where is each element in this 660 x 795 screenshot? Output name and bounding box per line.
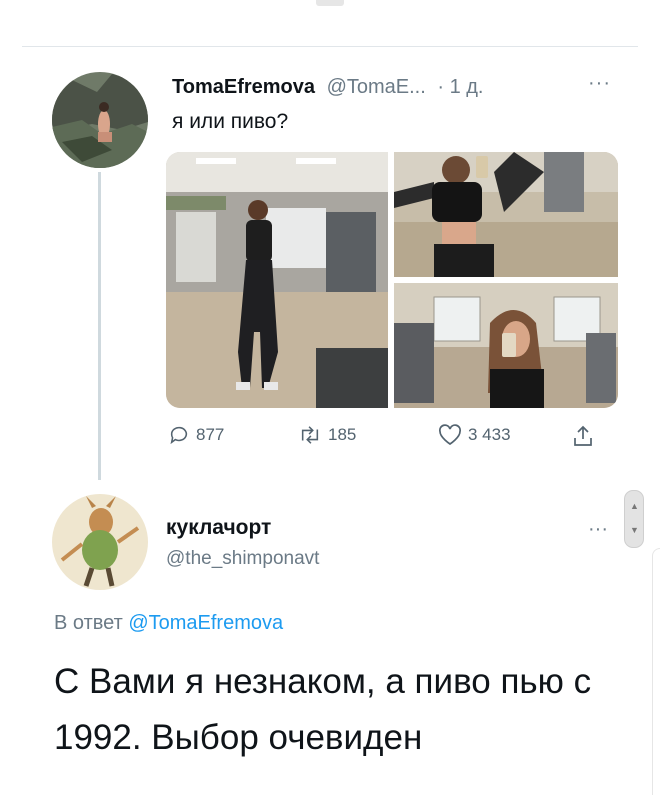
retweet-action[interactable]: 185	[298, 424, 356, 446]
heart-icon	[439, 424, 461, 446]
retweet-count: 185	[328, 425, 357, 444]
display-name[interactable]: TomaEfremova	[172, 76, 315, 98]
like-count: 3 433	[468, 425, 511, 444]
reply-action[interactable]: 877	[168, 424, 224, 446]
side-panel-edge	[652, 548, 660, 795]
reply-handle[interactable]: @the_shimponavt	[166, 548, 319, 570]
divider	[22, 46, 638, 47]
chevron-down-icon: ▼	[630, 525, 639, 535]
avatar[interactable]	[52, 72, 148, 168]
media-grid	[166, 152, 618, 408]
timestamp[interactable]: · 1 д.	[437, 76, 483, 98]
retweet-icon	[301, 426, 319, 444]
reply-text: С Вами я незнаком, а пиво пью с 1992. Вы…	[54, 662, 592, 757]
like-action[interactable]: 3 433	[438, 424, 511, 446]
tweet-header: TomaEfremova @TomaE... · 1 д.	[172, 76, 483, 99]
gym-photo-full[interactable]	[166, 152, 388, 408]
tweet-text: я или пиво?	[172, 110, 289, 133]
reply-display-name[interactable]: куклачорт	[166, 516, 271, 540]
top-handle	[316, 0, 344, 6]
chevron-up-icon: ▲	[630, 501, 639, 511]
reply-context: В ответ @TomaEfremova	[54, 612, 283, 635]
more-horizontal-icon[interactable]: ···	[588, 72, 611, 95]
gym-photo-mirror-bottom[interactable]	[394, 283, 618, 408]
scroll-indicator[interactable]: ▲ ▼	[624, 490, 644, 548]
reply-icon	[170, 426, 188, 445]
reply-to-mention[interactable]: @TomaEfremova	[128, 612, 283, 634]
handle[interactable]: @TomaE...	[327, 76, 426, 98]
gym-photo-mirror-top[interactable]	[394, 152, 618, 277]
share-icon	[574, 425, 592, 446]
reply-count: 877	[196, 425, 225, 444]
reply-to-label: В ответ	[54, 612, 123, 634]
reply-avatar[interactable]	[52, 494, 148, 590]
share-action[interactable]	[572, 424, 594, 448]
reply-more-icon[interactable]: ···	[588, 518, 608, 541]
tweet-actions: 877 185 3 433	[0, 424, 660, 454]
